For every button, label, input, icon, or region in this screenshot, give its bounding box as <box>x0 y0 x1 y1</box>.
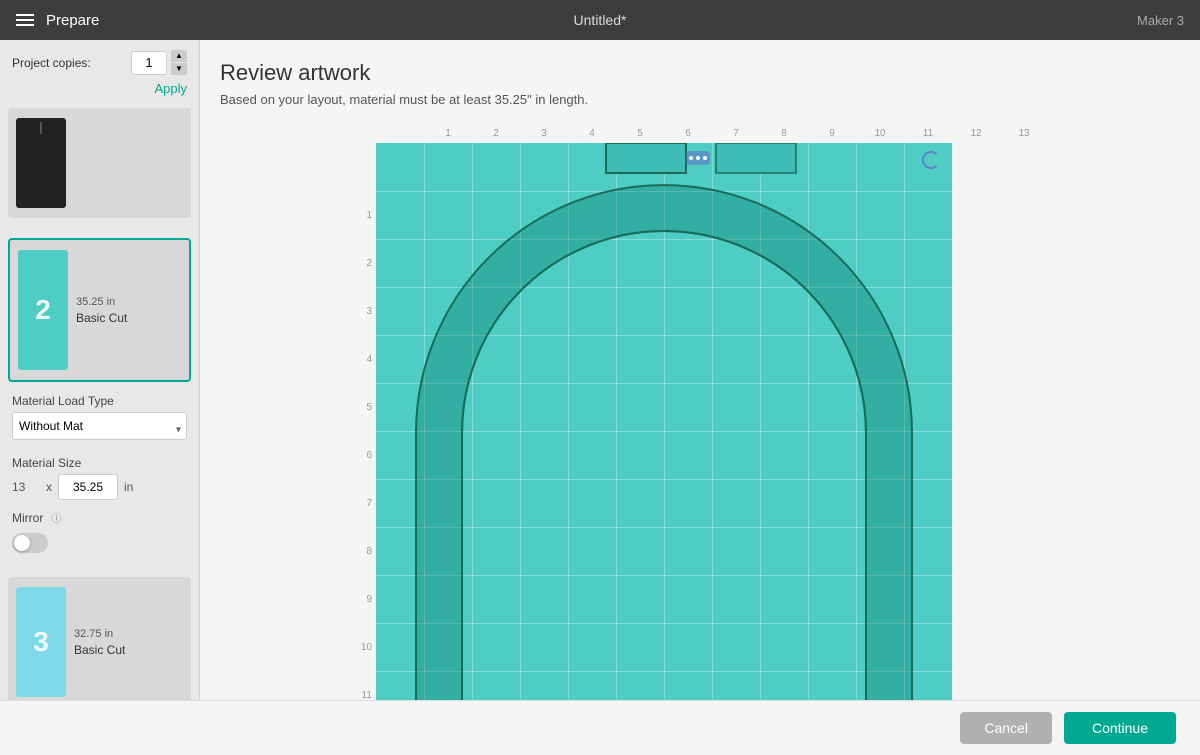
mat3-size: 32.75 in <box>74 628 125 640</box>
material-size-label: Material Size <box>0 448 199 474</box>
mat-preview-2: 2 <box>18 250 68 370</box>
ruler-left-1: 1 <box>352 191 376 239</box>
ruler-grid-wrap: 1 2 3 4 5 6 7 8 9 10 11 12 13 <box>352 123 1048 755</box>
ruler-top-cell-5: 5 <box>616 123 664 143</box>
main-content: Review artwork Based on your layout, mat… <box>200 40 1200 755</box>
mirror-toggle[interactable] <box>12 533 48 553</box>
copies-arrows: ▲ ▼ <box>171 50 187 75</box>
mirror-info-icon[interactable]: ⓘ <box>51 510 61 525</box>
ruler-left-7: 7 <box>352 479 376 527</box>
ruler-left-10: 10 <box>352 623 376 671</box>
ruler-top: 1 2 3 4 5 6 7 8 9 10 11 12 13 <box>376 123 1048 143</box>
size-height-input[interactable] <box>58 474 118 500</box>
mat3-type: Basic Cut <box>74 643 125 657</box>
ruler-top-cell-13: 13 <box>1000 123 1048 143</box>
device-name: Maker 3 <box>1137 13 1184 28</box>
ruler-left: 1 2 3 4 5 6 7 8 9 10 11 12 13 <box>352 143 376 755</box>
ruler-left-2: 2 <box>352 239 376 287</box>
mat2-info: 35.25 in Basic Cut <box>76 296 127 325</box>
continue-button[interactable]: Continue <box>1064 712 1176 744</box>
cancel-button[interactable]: Cancel <box>960 712 1052 744</box>
copies-control: ▲ ▼ <box>131 50 187 75</box>
ruler-left-6: 6 <box>352 431 376 479</box>
project-copies-row: Project copies: ▲ ▼ <box>0 40 199 81</box>
review-subtitle: Based on your layout, material must be a… <box>220 92 1180 107</box>
ruler-top-cell-2: 2 <box>472 123 520 143</box>
mat3-number: 3 <box>33 626 49 658</box>
material-load-type-label: Material Load Type <box>0 386 199 412</box>
rotate-handle[interactable] <box>922 151 940 169</box>
ruler-top-cell-10: 10 <box>856 123 904 143</box>
toggle-wrap <box>0 533 199 561</box>
copies-input[interactable] <box>131 51 167 75</box>
material-load-type-select[interactable]: Without Mat With Mat <box>12 412 187 440</box>
mat-item-1[interactable] <box>8 108 191 218</box>
dropdown-wrapper: Without Mat With Mat <box>0 412 199 448</box>
apply-button[interactable]: Apply <box>154 81 187 96</box>
ruler-top-cell-1: 1 <box>424 123 472 143</box>
ruler-top-cell-9: 9 <box>808 123 856 143</box>
mat2-number: 2 <box>35 294 51 326</box>
sidebar: Project copies: ▲ ▼ Apply 2 <box>0 40 200 755</box>
ruler-top-cell-12: 12 <box>952 123 1000 143</box>
copies-up-button[interactable]: ▲ <box>171 50 187 62</box>
toggle-knob <box>14 535 30 551</box>
mat-preview-3: 3 <box>16 587 66 697</box>
mat-item-3[interactable]: 3 32.75 in Basic Cut <box>8 577 191 707</box>
apply-btn-row: Apply <box>0 81 199 104</box>
ruler-top-cell-0 <box>376 123 424 143</box>
ruler-left-5: 5 <box>352 383 376 431</box>
ruler-top-cell-8: 8 <box>760 123 808 143</box>
mirror-row: Mirror ⓘ <box>0 508 199 533</box>
mat-item-2[interactable]: 2 35.25 in Basic Cut <box>8 238 191 382</box>
ruler-left-9: 9 <box>352 575 376 623</box>
mat2-size: 35.25 in <box>76 296 127 308</box>
app-title: Prepare <box>46 12 99 29</box>
ruler-left-3: 3 <box>352 287 376 335</box>
ruler-left-4: 4 <box>352 335 376 383</box>
dots-handle[interactable] <box>686 151 710 165</box>
main-layout: Project copies: ▲ ▼ Apply 2 <box>0 40 1200 755</box>
ruler-left-grid: 1 2 3 4 5 6 7 8 9 10 11 12 13 <box>352 143 1048 755</box>
material-size-row: 13 x in <box>0 474 199 508</box>
arch-shape <box>376 143 952 755</box>
document-title: Untitled* <box>574 12 627 28</box>
bottom-bar: Cancel Continue <box>0 700 1200 755</box>
grid-area: − 75% + <box>376 143 952 755</box>
mirror-label: Mirror <box>12 511 43 525</box>
size-x-separator: x <box>46 480 52 494</box>
mat2-type: Basic Cut <box>76 311 127 325</box>
grid-canvas <box>376 143 952 755</box>
size-unit: in <box>124 480 133 494</box>
ruler-top-cell-11: 11 <box>904 123 952 143</box>
ruler-top-cell-7: 7 <box>712 123 760 143</box>
ruler-left-8: 8 <box>352 527 376 575</box>
menu-icon[interactable] <box>16 14 34 26</box>
ruler-top-cell-6: 6 <box>664 123 712 143</box>
ruler-top-cell-3: 3 <box>520 123 568 143</box>
project-copies-label: Project copies: <box>12 56 91 70</box>
size-width-fixed: 13 <box>12 480 40 494</box>
ruler-top-cell-4: 4 <box>568 123 616 143</box>
mat3-info: 32.75 in Basic Cut <box>74 628 125 657</box>
copies-down-button[interactable]: ▼ <box>171 63 187 75</box>
review-title: Review artwork <box>220 60 1180 86</box>
canvas-container: 1 2 3 4 5 6 7 8 9 10 11 12 13 <box>220 123 1180 755</box>
topbar: Prepare Untitled* Maker 3 <box>0 0 1200 40</box>
topbar-left: Prepare <box>16 12 99 29</box>
mat-preview-1 <box>16 118 66 208</box>
